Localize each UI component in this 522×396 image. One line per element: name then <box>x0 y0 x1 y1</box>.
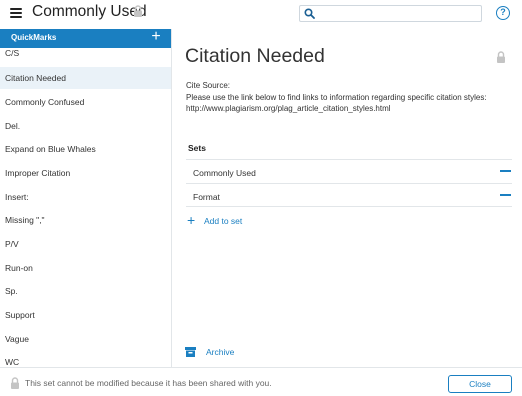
sidebar-item-commonly-confused[interactable]: Commonly Confused <box>0 91 171 113</box>
sidebar-item-improper-citation[interactable]: Improper Citation <box>0 162 171 184</box>
sidebar-item-label: P/V <box>5 239 19 249</box>
footer-bar: This set cannot be modified because it h… <box>0 367 522 396</box>
remove-set-button[interactable] <box>500 194 511 196</box>
search-field[interactable] <box>299 5 482 22</box>
shared-set-notice: This set cannot be modified because it h… <box>25 378 272 388</box>
sidebar-item-run-on[interactable]: Run-on <box>0 257 171 279</box>
sets-heading: Sets <box>188 143 206 153</box>
set-name: Commonly Used <box>193 168 256 178</box>
sidebar-item-sp[interactable]: Sp. <box>0 280 171 302</box>
page-title: Commonly Used <box>32 3 147 20</box>
archive-icon <box>185 347 196 357</box>
lock-icon <box>11 377 19 389</box>
quickmark-detail-panel: Citation Needed Cite Source: Please use … <box>173 29 522 367</box>
lock-icon <box>134 5 142 17</box>
sidebar-item-label: Sp. <box>5 286 18 296</box>
sidebar-item-pv[interactable]: P/V <box>0 233 171 255</box>
sidebar-item-citation-needed[interactable]: Citation Needed <box>0 67 171 89</box>
sidebar-item-label: WC <box>5 357 20 367</box>
sidebar-item-label: C/S <box>5 48 20 58</box>
sidebar-item-label: Insert: <box>5 192 29 202</box>
sidebar-title: QuickMarks <box>11 33 57 42</box>
quickmark-title: Citation Needed <box>185 45 325 67</box>
remove-set-button[interactable] <box>500 170 511 172</box>
sidebar-item-label: Support <box>5 310 35 320</box>
quickmark-description: Cite Source: Please use the link below t… <box>186 80 521 115</box>
sidebar-item-missing-comma[interactable]: Missing "," <box>0 209 171 231</box>
search-icon <box>304 8 315 19</box>
lock-icon <box>497 51 505 63</box>
set-name: Format <box>193 192 220 202</box>
sidebar-item-label: Del. <box>5 121 21 131</box>
top-bar: Commonly Used ? <box>0 0 522 29</box>
description-line: Cite Source: <box>186 81 231 90</box>
quickmarks-sidebar: QuickMarks + C/S Citation Needed Commonl… <box>0 29 172 367</box>
sidebar-item-support[interactable]: Support <box>0 304 171 326</box>
sidebar-item-insert[interactable]: Insert: <box>0 186 171 208</box>
add-to-set-label: Add to set <box>204 216 243 226</box>
description-line: Please use the link below to find links … <box>186 92 487 102</box>
sidebar-item-label: Run-on <box>5 263 33 273</box>
sidebar-item-wc[interactable]: WC <box>0 351 171 367</box>
help-icon[interactable]: ? <box>496 6 510 20</box>
sidebar-item-vague[interactable]: Vague <box>0 328 171 350</box>
archive-label: Archive <box>206 347 235 357</box>
menu-icon[interactable] <box>10 8 22 18</box>
sidebar-item-label: Vague <box>5 334 29 344</box>
sidebar-item-label: Citation Needed <box>5 73 66 83</box>
sidebar-item-label: Improper Citation <box>5 168 71 178</box>
description-link: http://www.plagiarism.org/plag_article_c… <box>186 104 391 113</box>
set-row: Format <box>186 183 512 207</box>
sidebar-item-cs[interactable]: C/S <box>0 42 171 64</box>
sidebar-item-label: Missing "," <box>5 215 45 225</box>
set-row: Commonly Used <box>186 159 512 183</box>
sidebar-item-del[interactable]: Del. <box>0 115 171 137</box>
close-button[interactable]: Close <box>448 375 512 393</box>
search-input[interactable] <box>318 7 478 20</box>
plus-icon: + <box>187 212 196 228</box>
sidebar-item-label: Commonly Confused <box>5 97 85 107</box>
sidebar-item-expand-on-blue-whales[interactable]: Expand on Blue Whales <box>0 138 171 160</box>
sidebar-item-label: Expand on Blue Whales <box>5 144 96 154</box>
